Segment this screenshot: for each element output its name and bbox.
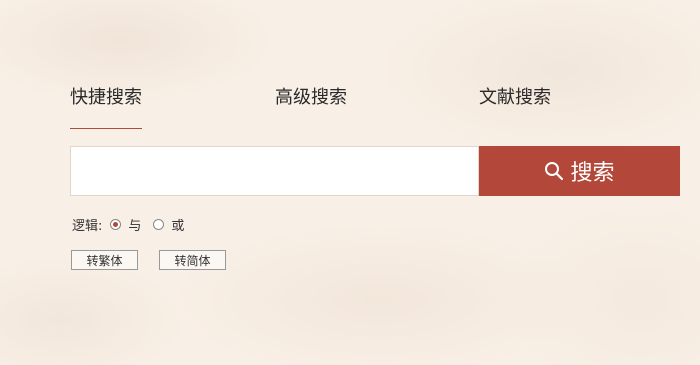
- search-button-label: 搜索: [570, 161, 615, 186]
- search-button[interactable]: 搜索: [479, 146, 680, 196]
- radio-and[interactable]: [110, 218, 122, 230]
- tab-literature-search[interactable]: 文献搜索: [479, 86, 551, 120]
- search-bar: 搜索: [70, 146, 680, 196]
- convert-simplified-button[interactable]: 转简体: [159, 250, 226, 270]
- tab-advanced-search[interactable]: 高级搜索: [275, 86, 347, 120]
- search-tabs: 快捷搜索 高级搜索 文献搜索: [70, 86, 630, 129]
- logic-option-or-label: 或: [171, 218, 185, 234]
- convert-traditional-button[interactable]: 转繁体: [71, 250, 138, 270]
- logic-option-or[interactable]: 或: [153, 215, 184, 234]
- search-icon: [545, 162, 564, 181]
- radio-or[interactable]: [153, 218, 165, 230]
- logic-option-and-label: 与: [128, 218, 142, 234]
- logic-selector: 逻辑: 与 或: [72, 214, 184, 234]
- logic-label: 逻辑:: [72, 218, 103, 234]
- logic-option-and[interactable]: 与: [110, 215, 141, 234]
- tab-quick-search[interactable]: 快捷搜索: [70, 86, 142, 129]
- search-input[interactable]: [70, 146, 479, 196]
